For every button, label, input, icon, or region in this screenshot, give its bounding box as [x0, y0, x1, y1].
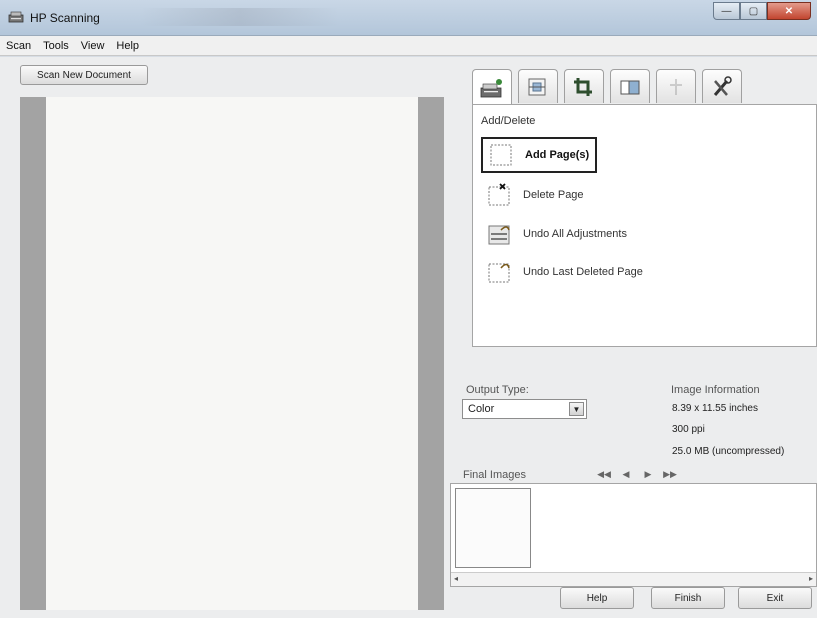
delete-page-icon	[488, 183, 510, 206]
undo-all-adjustments-label: Undo All Adjustments	[523, 228, 627, 240]
add-delete-icon	[480, 78, 502, 97]
last-page-icon[interactable]: ▶▶	[661, 469, 679, 480]
tab-tools[interactable]	[702, 69, 742, 103]
image-resolution: 300 ppi	[672, 424, 705, 435]
undo-adjustments-icon	[488, 225, 510, 245]
maximize-icon: ▢	[748, 5, 759, 17]
exit-button[interactable]: Exit	[738, 587, 812, 609]
tab-adjust	[656, 69, 696, 103]
scan-new-document-button[interactable]: Scan New Document	[20, 65, 148, 85]
preview-right-margin	[418, 97, 444, 610]
image-information-title: Image Information	[671, 384, 760, 396]
close-icon: ✕	[784, 5, 794, 17]
chevron-down-icon[interactable]: ▼	[569, 402, 584, 416]
final-images-scrollbar[interactable]: ◂ ▸	[451, 572, 816, 586]
tab-flatbed[interactable]	[518, 69, 558, 103]
delete-page-label: Delete Page	[523, 189, 584, 201]
window-title: HP Scanning	[30, 11, 100, 25]
tab-page-size[interactable]	[610, 69, 650, 103]
adjust-icon	[670, 78, 682, 95]
delete-page-action[interactable]: Delete Page	[487, 183, 584, 207]
output-type-label: Output Type:	[466, 384, 529, 396]
maximize-button[interactable]: ▢	[740, 2, 767, 20]
output-type-select[interactable]: Color ▼	[462, 399, 587, 419]
menu-view[interactable]: View	[81, 40, 105, 52]
tab-add-delete[interactable]	[472, 69, 512, 105]
undo-last-deleted-page-action[interactable]: Undo Last Deleted Page	[487, 260, 643, 284]
menu-bar: Scan Tools View Help	[0, 36, 817, 56]
undo-last-deleted-page-label: Undo Last Deleted Page	[523, 266, 643, 278]
main-area: Scan New Document Add/Delete Add Page(s)…	[0, 57, 817, 618]
add-page-icon	[490, 144, 512, 166]
panel-title: Add/Delete	[481, 115, 536, 127]
menu-tools[interactable]: Tools	[43, 40, 69, 52]
output-type-value: Color	[468, 403, 495, 415]
image-size: 25.0 MB (uncompressed)	[672, 446, 785, 457]
minimize-icon: —	[721, 5, 732, 17]
next-page-icon[interactable]: ▶	[639, 469, 657, 480]
help-button[interactable]: Help	[560, 587, 634, 609]
page-size-icon	[620, 80, 640, 94]
scanner-app-icon	[8, 11, 24, 23]
final-image-thumbnail[interactable]	[455, 488, 531, 568]
crop-icon	[574, 77, 592, 96]
previous-page-icon[interactable]: ◀	[617, 469, 635, 480]
title-bar: HP Scanning — ▢ ✕	[0, 0, 817, 36]
image-dimensions: 8.39 x 11.55 inches	[672, 403, 758, 414]
window-controls: — ▢ ✕	[713, 2, 811, 20]
undo-all-adjustments-action[interactable]: Undo All Adjustments	[487, 222, 627, 246]
scan-preview-page[interactable]	[46, 97, 418, 610]
tools-icon	[713, 75, 732, 96]
final-images-nav: ◀◀ ◀ ▶ ▶▶	[595, 469, 679, 480]
minimize-button[interactable]: —	[713, 2, 740, 20]
undo-deleted-page-icon	[488, 263, 510, 283]
final-images-label: Final Images	[463, 469, 526, 481]
close-button[interactable]: ✕	[767, 2, 811, 20]
title-blur-area	[140, 8, 340, 26]
add-pages-action[interactable]: Add Page(s)	[481, 137, 598, 173]
add-delete-panel: Add/Delete Add Page(s) Delete Page Undo …	[472, 104, 817, 347]
final-images-strip: ◂ ▸	[450, 483, 817, 587]
flatbed-icon	[528, 78, 546, 95]
preview-left-margin	[20, 97, 46, 610]
menu-help[interactable]: Help	[116, 40, 139, 52]
finish-button[interactable]: Finish	[651, 587, 725, 609]
scroll-right-icon[interactable]: ▸	[809, 574, 813, 583]
menu-scan[interactable]: Scan	[6, 40, 31, 52]
first-page-icon[interactable]: ◀◀	[595, 469, 613, 480]
tab-crop[interactable]	[564, 69, 604, 103]
tool-tabs	[472, 69, 748, 105]
scroll-left-icon[interactable]: ◂	[454, 574, 458, 583]
add-pages-label: Add Page(s)	[525, 149, 590, 161]
